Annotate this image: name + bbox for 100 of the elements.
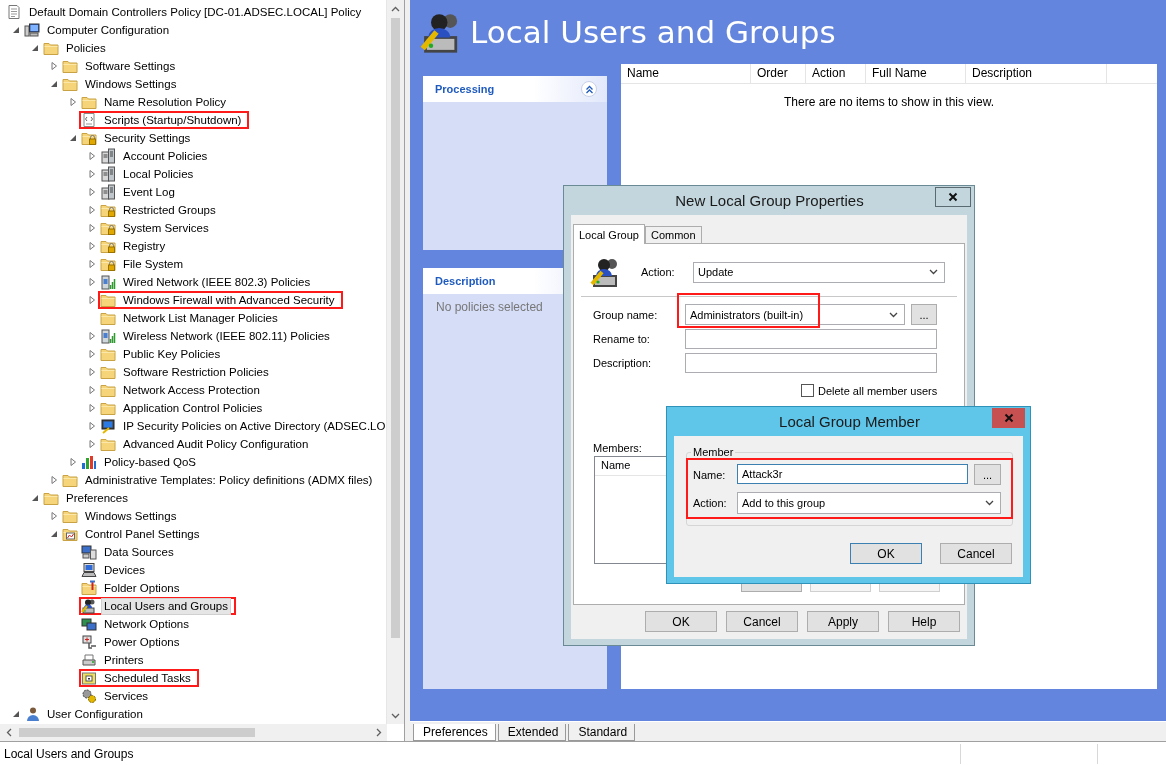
collapsed-arrow-icon[interactable] <box>67 96 79 108</box>
tree-item[interactable]: Windows Settings <box>83 76 179 92</box>
close-button[interactable] <box>935 186 971 207</box>
tree-item[interactable]: Name Resolution Policy <box>102 94 229 110</box>
view-tab[interactable]: Extended <box>497 724 567 741</box>
scrollbar-thumb[interactable] <box>19 728 255 737</box>
view-tab[interactable]: Standard <box>568 724 636 741</box>
ok-button[interactable]: OK <box>850 543 922 564</box>
panel-heading: Processing <box>435 83 495 95</box>
collapsed-arrow-icon[interactable] <box>48 474 60 486</box>
tree-item[interactable]: Preferences <box>64 490 130 506</box>
collapsed-arrow-icon[interactable] <box>48 510 60 522</box>
tree-item[interactable]: Application Control Policies <box>121 400 265 416</box>
group-name-dropdown[interactable]: Administrators (built-in) <box>685 304 905 325</box>
tree-item[interactable]: System Services <box>121 220 211 236</box>
column-header[interactable]: Name <box>621 64 751 83</box>
collapsed-arrow-icon[interactable] <box>86 294 98 306</box>
collapsed-arrow-icon[interactable] <box>86 258 98 270</box>
browse-button[interactable]: ... <box>911 304 937 325</box>
tree-item[interactable]: Scheduled Tasks <box>102 670 193 686</box>
tree-item[interactable]: Power Options <box>102 634 182 650</box>
tab[interactable]: Local Group <box>573 224 645 244</box>
help-button[interactable]: Help <box>888 611 960 632</box>
tree-item[interactable]: Network List Manager Policies <box>121 310 280 326</box>
collapsed-arrow-icon[interactable] <box>86 240 98 252</box>
column-header[interactable]: Full Name <box>866 64 966 83</box>
tree-item[interactable]: Data Sources <box>102 544 176 560</box>
tree-item[interactable]: Printers <box>102 652 146 668</box>
collapsed-arrow-icon[interactable] <box>86 150 98 162</box>
column-header[interactable]: Order <box>751 64 806 83</box>
tree-item[interactable]: Scripts (Startup/Shutdown) <box>102 112 244 128</box>
tree-item[interactable]: Computer Configuration <box>45 22 172 38</box>
vertical-scrollbar[interactable] <box>386 0 404 724</box>
tree-item[interactable]: Local Users and Groups <box>102 598 230 614</box>
tree-item[interactable]: Advanced Audit Policy Configuration <box>121 436 311 452</box>
tree-item[interactable]: Network Access Protection <box>121 382 262 398</box>
folder-icon <box>43 490 59 506</box>
scroll-left-icon[interactable] <box>5 728 12 737</box>
tab[interactable]: Common <box>644 226 702 243</box>
column-header[interactable]: Action <box>806 64 866 83</box>
collapsed-arrow-icon[interactable] <box>86 276 98 288</box>
tree-item[interactable]: Local Policies <box>121 166 196 182</box>
scroll-down-icon[interactable] <box>391 712 400 719</box>
collapsed-arrow-icon[interactable] <box>67 456 79 468</box>
scroll-up-icon[interactable] <box>391 5 400 12</box>
collapsed-arrow-icon[interactable] <box>86 366 98 378</box>
tree-item[interactable]: User Configuration <box>45 706 145 722</box>
rename-field[interactable] <box>685 329 937 349</box>
collapsed-arrow-icon[interactable] <box>86 420 98 432</box>
scrollbar-thumb[interactable] <box>391 18 400 638</box>
tree-item[interactable]: Control Panel Settings <box>83 526 202 542</box>
description-field[interactable] <box>685 353 937 373</box>
tree-item[interactable]: Policy-based QoS <box>102 454 199 470</box>
collapsed-arrow-icon[interactable] <box>86 330 98 342</box>
tree-item[interactable]: Network Options <box>102 616 191 632</box>
tree-item[interactable]: Services <box>102 688 151 704</box>
tree-item[interactable]: Software Restriction Policies <box>121 364 271 380</box>
collapsed-arrow-icon[interactable] <box>86 384 98 396</box>
action-dropdown[interactable]: Add to this group <box>737 492 1001 514</box>
tree-item[interactable]: Policies <box>64 40 108 56</box>
tree-item[interactable]: Windows Firewall with Advanced Security <box>121 292 337 308</box>
horizontal-scrollbar[interactable] <box>0 724 387 741</box>
collapsed-arrow-icon[interactable] <box>86 168 98 180</box>
collapsed-arrow-icon[interactable] <box>48 60 60 72</box>
tree-item[interactable]: Public Key Policies <box>121 346 223 362</box>
tree-item[interactable]: Devices <box>102 562 147 578</box>
tree-item[interactable]: Restricted Groups <box>121 202 218 218</box>
tree-item[interactable]: Account Policies <box>121 148 210 164</box>
tree-item[interactable]: Software Settings <box>83 58 178 74</box>
cancel-button[interactable]: Cancel <box>726 611 798 632</box>
scroll-right-icon[interactable] <box>375 728 382 737</box>
collapsed-arrow-icon[interactable] <box>86 348 98 360</box>
tree-item[interactable]: Registry <box>121 238 168 254</box>
column-header[interactable]: Description <box>966 64 1107 83</box>
collapsed-arrow-icon[interactable] <box>86 186 98 198</box>
tree-item[interactable]: Wireless Network (IEEE 802.11) Policies <box>121 328 332 344</box>
tree-item[interactable]: Default Domain Controllers Policy [DC-01.ADSEC.LOCAL] Policy <box>27 4 364 20</box>
collapsed-arrow-icon[interactable] <box>86 222 98 234</box>
tree-item[interactable]: File System <box>121 256 186 272</box>
collapsed-arrow-icon[interactable] <box>86 204 98 216</box>
view-tab[interactable]: Preferences <box>413 724 496 741</box>
tree-item[interactable]: Event Log <box>121 184 177 200</box>
tree-item[interactable]: Windows Settings <box>83 508 179 524</box>
name-field[interactable]: Attack3r <box>737 464 968 484</box>
tree-item[interactable]: Security Settings <box>102 130 193 146</box>
tree-item[interactable]: Administrative Templates: Policy definitions (ADMX files) <box>83 472 375 488</box>
ok-button[interactable]: OK <box>645 611 717 632</box>
collapsed-arrow-icon[interactable] <box>86 438 98 450</box>
apply-button[interactable]: Apply <box>807 611 879 632</box>
server-icon <box>100 184 116 200</box>
collapsed-arrow-icon[interactable] <box>86 402 98 414</box>
tree-item[interactable]: IP Security Policies on Active Directory (ADSEC.LO <box>121 418 386 434</box>
close-button[interactable] <box>992 407 1025 428</box>
checkbox[interactable] <box>801 384 814 397</box>
tree-item[interactable]: Wired Network (IEEE 802.3) Policies <box>121 274 313 290</box>
collapse-button[interactable] <box>581 81 597 97</box>
tree-item[interactable]: Folder Options <box>102 580 182 596</box>
action-dropdown[interactable]: Update <box>693 261 945 283</box>
cancel-button[interactable]: Cancel <box>940 543 1012 564</box>
browse-button[interactable]: ... <box>974 464 1001 485</box>
